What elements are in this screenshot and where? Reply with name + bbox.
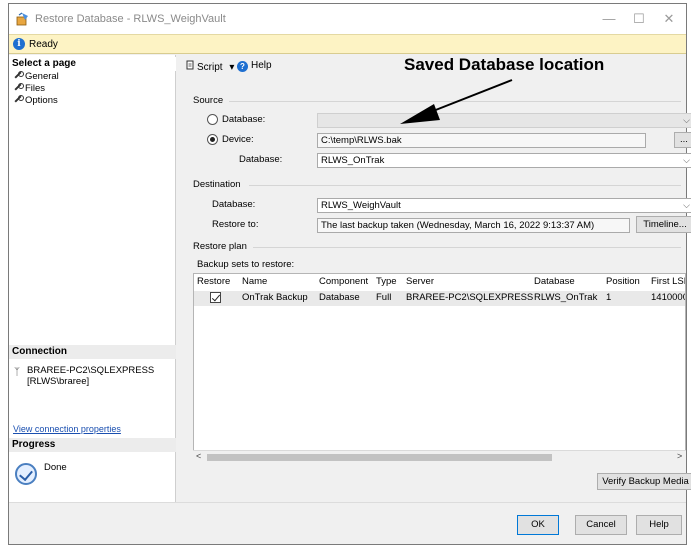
source-database-label: Database: bbox=[239, 154, 283, 165]
page-options[interactable]: Options bbox=[13, 95, 58, 107]
column-header-database[interactable]: Database bbox=[534, 276, 575, 287]
timeline-button[interactable]: Timeline... bbox=[636, 216, 691, 233]
dialog-buttons-bar: OK Cancel Help bbox=[9, 502, 686, 544]
source-database-dropdown[interactable]: ⌵ bbox=[317, 113, 691, 128]
column-header-component[interactable]: Component bbox=[319, 276, 368, 287]
restore-to-field[interactable]: The last backup taken (Wednesday, March … bbox=[317, 218, 630, 233]
minimize-button[interactable]: — bbox=[594, 8, 624, 30]
backup-sets-label: Backup sets to restore: bbox=[197, 259, 295, 270]
left-pane: Select a page General Files Options Conn… bbox=[9, 55, 176, 502]
wrench-icon bbox=[13, 71, 24, 80]
status-text: Ready bbox=[29, 39, 58, 50]
device-path-field[interactable]: C:\temp\RLWS.bak bbox=[317, 133, 646, 148]
cell-database: RLWS_OnTrak bbox=[534, 292, 598, 303]
wrench-icon bbox=[13, 95, 24, 104]
source-group-label: Source bbox=[193, 95, 224, 106]
cell-server: BRAREE-PC2\SQLEXPRESS bbox=[406, 292, 534, 303]
cell-name: OnTrak Backup bbox=[242, 292, 308, 303]
wrench-icon bbox=[13, 83, 24, 92]
device-radio[interactable] bbox=[207, 134, 218, 145]
verify-backup-media-button[interactable]: Verify Backup Media bbox=[597, 473, 691, 490]
page-files[interactable]: Files bbox=[13, 83, 45, 95]
chevron-down-icon: ⌵ bbox=[683, 200, 690, 210]
scrollbar-thumb[interactable] bbox=[207, 454, 552, 461]
connection-info: BRAREE-PC2\SQLEXPRESS [RLWS\braree] bbox=[27, 365, 154, 387]
script-dropdown-icon: ▾ bbox=[229, 62, 235, 73]
page-files-label: Files bbox=[25, 83, 46, 94]
connection-server: BRAREE-PC2\SQLEXPRESS bbox=[27, 365, 155, 376]
backup-sets-grid: Restore Name Component Type Server Datab… bbox=[193, 273, 686, 463]
cell-type: Full bbox=[376, 292, 392, 303]
restore-checkbox[interactable] bbox=[210, 292, 221, 303]
help-icon: ? bbox=[237, 61, 248, 72]
destination-divider bbox=[249, 185, 681, 186]
script-icon bbox=[186, 60, 194, 70]
restore-plan-group-label: Restore plan bbox=[193, 241, 247, 252]
title-bar: Restore Database - RLWS_WeighVault — ☐ ✕ bbox=[9, 4, 686, 34]
chevron-down-icon: ⌵ bbox=[683, 155, 690, 165]
connection-user: [RLWS\braree] bbox=[27, 376, 90, 387]
source-database-select[interactable]: RLWS_OnTrak ⌵ bbox=[317, 153, 691, 168]
help-button[interactable]: Help bbox=[636, 515, 682, 535]
destination-group-label: Destination bbox=[193, 179, 241, 190]
right-pane: Script ▾ ? Help Saved Database location S… bbox=[177, 55, 691, 502]
help-toolbar-label: Help bbox=[251, 60, 272, 71]
scroll-right-icon[interactable]: > bbox=[677, 451, 682, 461]
restore-plan-divider bbox=[253, 247, 681, 248]
progress-header: Progress bbox=[9, 438, 176, 452]
browse-device-button[interactable]: ... bbox=[674, 132, 691, 148]
table-row[interactable]: OnTrak Backup Database Full BRAREE-PC2\S… bbox=[194, 291, 685, 306]
column-header-first-lsn[interactable]: First LSN bbox=[651, 276, 685, 287]
info-icon: i bbox=[13, 38, 25, 50]
status-bar: i Ready bbox=[9, 34, 686, 54]
source-divider bbox=[229, 101, 681, 102]
restore-to-label: Restore to: bbox=[212, 219, 259, 230]
connection-header: Connection bbox=[9, 345, 176, 359]
column-header-position[interactable]: Position bbox=[606, 276, 640, 287]
source-database-value: RLWS_OnTrak bbox=[321, 155, 385, 166]
column-header-name[interactable]: Name bbox=[242, 276, 267, 287]
progress-status: Done bbox=[44, 462, 67, 473]
page-general[interactable]: General bbox=[13, 71, 59, 83]
database-radio[interactable] bbox=[207, 114, 218, 125]
restore-database-app-icon bbox=[16, 12, 28, 26]
destination-database-label: Database: bbox=[212, 199, 256, 210]
done-check-icon bbox=[15, 463, 37, 485]
horizontal-scrollbar[interactable]: < > bbox=[193, 450, 686, 463]
maximize-button[interactable]: ☐ bbox=[624, 8, 654, 30]
window-title: Restore Database - RLWS_WeighVault bbox=[35, 13, 226, 25]
column-header-server[interactable]: Server bbox=[406, 276, 434, 287]
device-radio-label: Device: bbox=[222, 134, 254, 145]
destination-database-value: RLWS_WeighVault bbox=[321, 200, 401, 211]
close-button[interactable]: ✕ bbox=[654, 8, 684, 30]
column-header-restore[interactable]: Restore bbox=[197, 276, 230, 287]
chevron-down-icon: ⌵ bbox=[683, 115, 690, 125]
select-page-header: Select a page bbox=[9, 57, 176, 71]
connection-plug-icon: ᛉ bbox=[14, 367, 20, 378]
scroll-left-icon[interactable]: < bbox=[196, 451, 201, 461]
cell-position: 1 bbox=[606, 292, 612, 303]
page-options-label: Options bbox=[25, 95, 58, 106]
restore-database-window: Restore Database - RLWS_WeighVault — ☐ ✕… bbox=[8, 3, 691, 545]
ok-button[interactable]: OK bbox=[517, 515, 559, 535]
column-header-type[interactable]: Type bbox=[376, 276, 397, 287]
cancel-button[interactable]: Cancel bbox=[575, 515, 627, 535]
cell-first-lsn: 141000000 bbox=[651, 292, 685, 303]
script-label: Script bbox=[197, 62, 223, 73]
help-toolbar-button[interactable]: ? Help bbox=[237, 60, 272, 72]
page-general-label: General bbox=[25, 71, 59, 82]
script-button[interactable]: Script ▾ bbox=[185, 60, 234, 73]
cell-component: Database bbox=[319, 292, 360, 303]
annotation-text: Saved Database location bbox=[404, 55, 605, 74]
destination-database-select[interactable]: RLWS_WeighVault ⌵ bbox=[317, 198, 691, 213]
database-radio-label: Database: bbox=[222, 114, 266, 125]
view-connection-properties-link[interactable]: View connection properties bbox=[13, 424, 121, 434]
